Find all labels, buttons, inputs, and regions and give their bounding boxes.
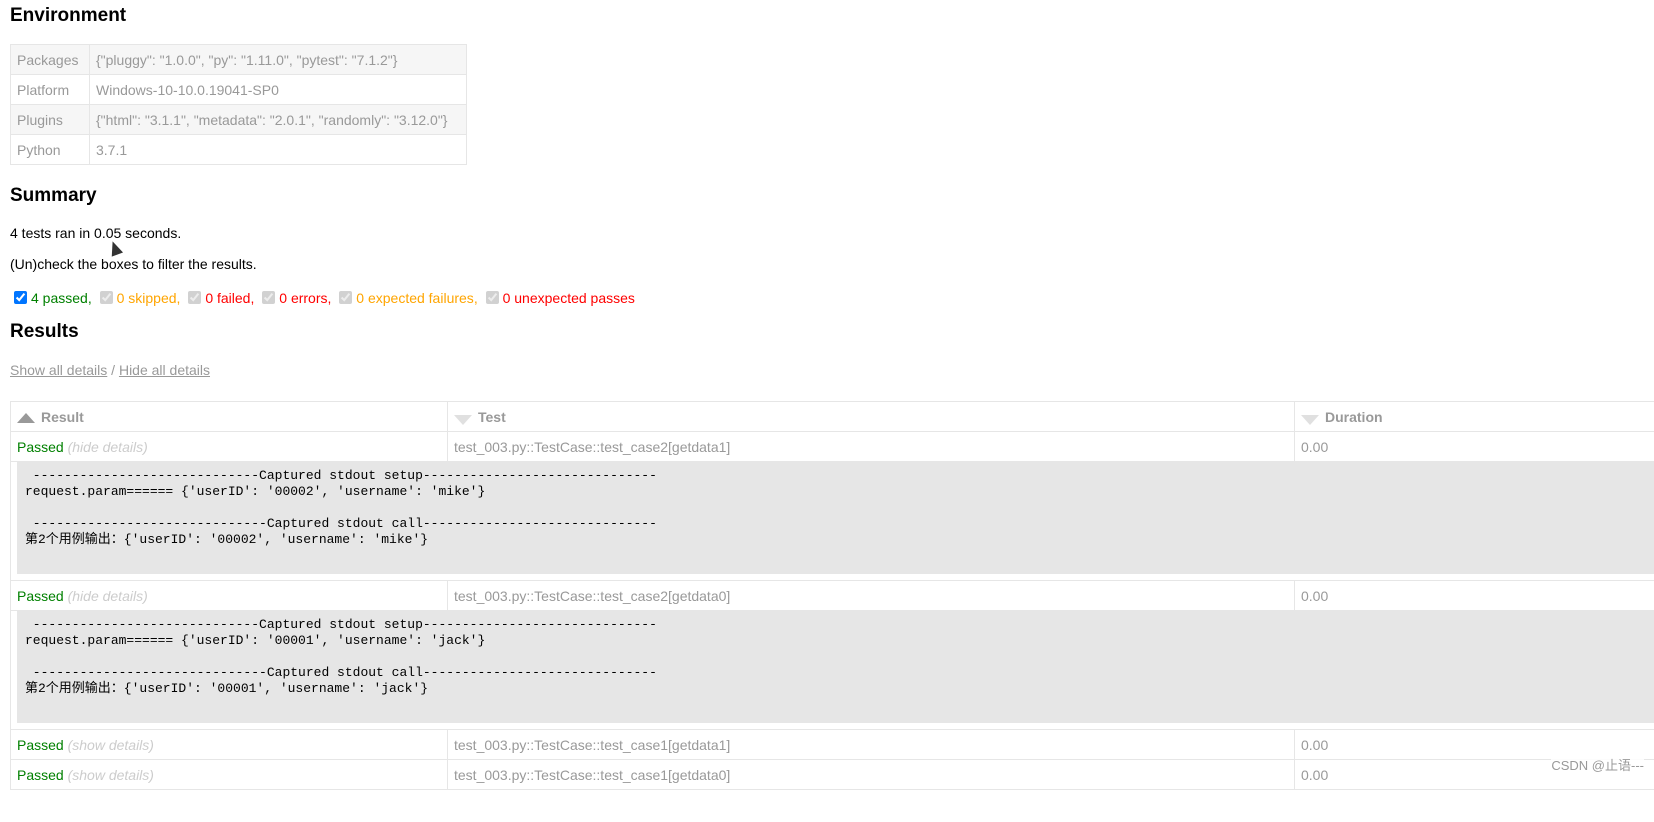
mouse-cursor-icon: [106, 239, 124, 257]
result-cell: Passed (hide details): [10, 431, 448, 462]
filter-separator: ,: [87, 290, 92, 306]
duration-cell: 0.00: [1294, 580, 1654, 611]
filter-checkbox-xpassed[interactable]: [485, 291, 499, 304]
show-all-details-link[interactable]: Show all details: [10, 362, 107, 378]
test-name-cell: test_003.py::TestCase::test_case1[getdat…: [447, 759, 1295, 790]
result-row: Passed (show details) test_003.py::TestCa…: [10, 729, 1654, 760]
summary-heading: Summary: [10, 185, 97, 206]
filter-label-xfailed: 0 expected failures: [356, 290, 474, 306]
result-status: Passed: [17, 438, 64, 455]
column-header-duration[interactable]: Duration: [1294, 401, 1654, 432]
environment-table: Packages {"pluggy": "1.0.0", "py": "1.11.…: [10, 44, 467, 165]
details-toggle[interactable]: (hide details): [68, 588, 148, 604]
result-status: Passed: [17, 736, 64, 753]
summary-ran-text: 4 tests ran in 0.05 seconds.: [10, 225, 182, 241]
test-name-cell: test_003.py::TestCase::test_case1[getdat…: [447, 729, 1295, 760]
result-extra-row: -----------------------------Captured st…: [10, 461, 1654, 581]
filter-checkbox-passed[interactable]: [14, 291, 27, 304]
environment-key: Plugins: [10, 104, 90, 135]
filter-label-xpassed: 0 unexpected passes: [502, 290, 635, 306]
duration-cell: 0.00: [1294, 431, 1654, 462]
environment-key: Packages: [10, 44, 90, 75]
result-filters: 4 passed, 0 skipped, 0 failed, 0 errors,…: [10, 290, 635, 306]
captured-log: -----------------------------Captured st…: [17, 611, 1654, 723]
result-cell: Passed (hide details): [10, 580, 448, 611]
details-toggle[interactable]: (show details): [68, 737, 154, 753]
result-cell: Passed (show details): [10, 729, 448, 760]
captured-log: -----------------------------Captured st…: [17, 462, 1654, 574]
result-row: Passed (hide details) test_003.py::TestCa…: [10, 580, 1654, 611]
column-header-result-label: Result: [41, 408, 84, 425]
environment-row: Packages {"pluggy": "1.0.0", "py": "1.11.…: [10, 44, 467, 75]
column-header-test-label: Test: [478, 408, 506, 425]
result-row: Passed (show details) test_003.py::TestCa…: [10, 759, 1654, 790]
environment-key: Platform: [10, 74, 90, 105]
result-extra-cell: -----------------------------Captured st…: [10, 461, 1654, 581]
results-header-row: Result Test Duration: [10, 401, 1654, 432]
summary-filter-hint: (Un)check the boxes to filter the result…: [10, 256, 257, 272]
result-row: Passed (hide details) test_003.py::TestCa…: [10, 431, 1654, 462]
filter-checkbox-skipped[interactable]: [99, 291, 113, 304]
column-header-test[interactable]: Test: [447, 401, 1295, 432]
result-extra-row: -----------------------------Captured st…: [10, 610, 1654, 730]
environment-value: 3.7.1: [89, 134, 467, 165]
environment-heading: Environment: [10, 5, 127, 26]
environment-row: Platform Windows-10-10.0.19041-SP0: [10, 74, 467, 105]
filter-checkbox-failed[interactable]: [188, 291, 202, 304]
environment-key: Python: [10, 134, 90, 165]
environment-value: {"html": "3.1.1", "metadata": "2.0.1", "…: [89, 104, 467, 135]
filter-checkbox-error[interactable]: [262, 291, 276, 304]
sort-inactive-icon: [454, 414, 472, 425]
filter-separator: ,: [176, 290, 181, 306]
hide-all-details-link[interactable]: Hide all details: [119, 362, 210, 378]
environment-row: Plugins {"html": "3.1.1", "metadata": "2.…: [10, 104, 467, 135]
sort-inactive-icon: [1301, 414, 1319, 425]
results-heading: Results: [10, 321, 79, 342]
column-header-duration-label: Duration: [1325, 408, 1383, 425]
watermark: CSDN @止语---: [1551, 755, 1644, 774]
test-name-cell: test_003.py::TestCase::test_case2[getdat…: [447, 580, 1295, 611]
details-toggle[interactable]: (hide details): [68, 439, 148, 455]
details-links: Show all details / Hide all details: [10, 362, 210, 378]
sort-ascending-icon: [17, 412, 35, 423]
environment-value: {"pluggy": "1.0.0", "py": "1.11.0", "pyt…: [89, 44, 467, 75]
results-table: Result Test Duration Passed (hide detail…: [10, 401, 1654, 790]
filter-label-skipped: 0 skipped: [116, 290, 177, 306]
filter-label-passed: 4 passed: [31, 290, 88, 306]
details-links-separator: /: [107, 362, 119, 378]
filter-label-error: 0 errors: [279, 290, 328, 306]
environment-row: Python 3.7.1: [10, 134, 467, 165]
filter-separator: ,: [473, 290, 478, 306]
result-extra-cell: -----------------------------Captured st…: [10, 610, 1654, 730]
filter-separator: ,: [250, 290, 255, 306]
filter-separator: ,: [327, 290, 332, 306]
details-toggle[interactable]: (show details): [68, 767, 154, 783]
environment-value: Windows-10-10.0.19041-SP0: [89, 74, 467, 105]
test-name-cell: test_003.py::TestCase::test_case2[getdat…: [447, 431, 1295, 462]
result-status: Passed: [17, 587, 64, 604]
result-status: Passed: [17, 766, 64, 783]
result-cell: Passed (show details): [10, 759, 448, 790]
filter-label-failed: 0 failed: [205, 290, 251, 306]
column-header-result[interactable]: Result: [10, 401, 448, 432]
filter-checkbox-xfailed[interactable]: [339, 291, 353, 304]
